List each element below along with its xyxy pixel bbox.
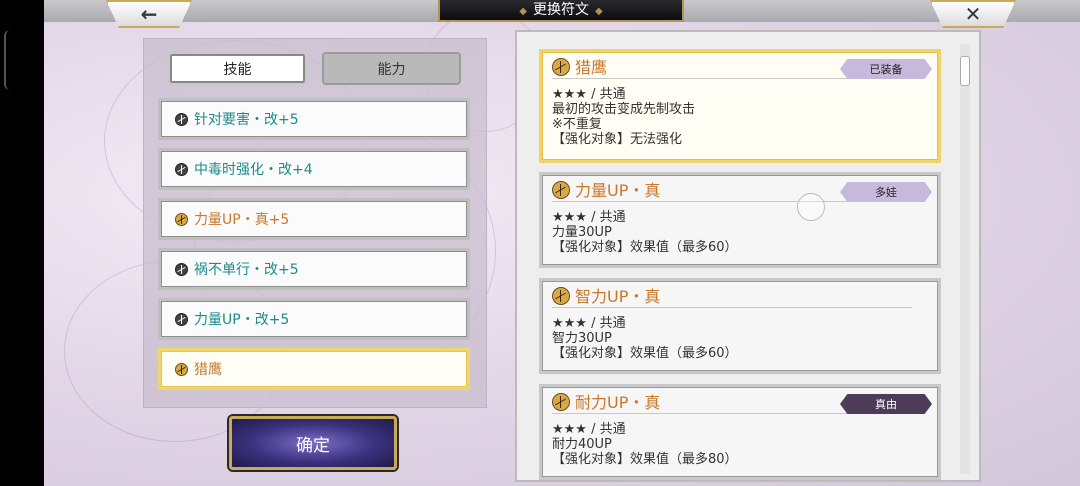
skill-item-0[interactable]: 针对要害・改+5 (158, 98, 470, 140)
skill-item-label: 祸不单行・改+5 (194, 262, 299, 278)
skill-item-2[interactable]: 力量UP・真+5 (158, 198, 470, 240)
rune-gold-icon (552, 287, 570, 305)
rune-enhance-target: 【强化对象】效果值（最多60） (552, 240, 738, 255)
rune-rarity: ★★★ / 共通 (552, 422, 626, 437)
tab-skills[interactable]: 技能 (168, 52, 307, 85)
rune-dark-icon (175, 312, 188, 326)
page-title: ◆ 更换符文 ◆ (438, 0, 684, 22)
rune-card-2[interactable]: 智力UP・真 ★★★ / 共通 智力30UP 【强化对象】效果值（最多60） (539, 278, 941, 374)
owner-badge: 多娃 (840, 182, 932, 202)
skill-item-label: 力量UP・真+5 (194, 212, 290, 228)
rune-card-title: 智力UP・真 (552, 287, 912, 308)
rune-effect: 最初的攻击变成先制攻击 (552, 102, 696, 117)
back-button[interactable]: ← (106, 0, 192, 28)
rune-rarity: ★★★ / 共通 (552, 316, 626, 331)
confirm-button[interactable]: 确定 (229, 416, 397, 470)
rune-dark-icon (175, 162, 188, 176)
rune-list-scrollbar[interactable] (960, 44, 970, 474)
rune-effect: 力量30UP (552, 225, 612, 240)
rune-gold-icon (552, 181, 570, 199)
rune-enhance-target: 【强化对象】无法强化 (552, 132, 683, 147)
rune-name: 耐力UP・真 (575, 392, 661, 412)
close-button[interactable]: ✕ (930, 0, 1016, 28)
rune-card-0[interactable]: 猎鹰 已装备 ★★★ / 共通 最初的攻击变成先制攻击 ※不重复 【强化对象】无… (539, 49, 941, 163)
close-icon: ✕ (964, 2, 982, 26)
scroll-thumb[interactable] (960, 56, 970, 86)
rune-rarity: ★★★ / 共通 (552, 210, 626, 225)
rune-enhance-target: 【强化对象】效果值（最多80） (552, 452, 738, 467)
owner-badge: 真由 (840, 394, 932, 414)
tab-abilities[interactable]: 能力 (322, 52, 461, 85)
equipped-badge: 已装备 (840, 59, 932, 79)
rune-gold-icon (552, 58, 570, 76)
rune-effect: 耐力40UP (552, 437, 612, 452)
rune-note: ※不重复 (552, 117, 602, 132)
touch-indicator (797, 193, 825, 221)
skill-item-3[interactable]: 祸不单行・改+5 (158, 248, 470, 290)
rune-gold-icon (175, 362, 188, 376)
page-title-text: 更换符文 (533, 2, 589, 18)
screen-edge-mark (4, 30, 14, 90)
skill-item-5-selected[interactable]: 猎鹰 (158, 348, 470, 390)
rune-rarity: ★★★ / 共通 (552, 87, 626, 102)
skill-item-label: 针对要害・改+5 (194, 112, 299, 128)
rune-effect: 智力30UP (552, 331, 612, 346)
skill-item-label: 猎鹰 (194, 362, 222, 378)
rune-gold-icon (175, 212, 188, 226)
skill-item-1[interactable]: 中毒时强化・改+4 (158, 148, 470, 190)
rune-enhance-target: 【强化对象】效果值（最多60） (552, 346, 738, 361)
rune-dark-icon (175, 262, 188, 276)
rune-dark-icon (175, 112, 188, 126)
skill-item-4[interactable]: 力量UP・改+5 (158, 298, 470, 340)
back-arrow-icon: ← (140, 2, 158, 26)
rune-name: 力量UP・真 (575, 180, 661, 200)
rune-name: 猎鹰 (575, 57, 608, 77)
rune-gold-icon (552, 393, 570, 411)
skill-item-label: 中毒时强化・改+4 (194, 162, 313, 178)
rune-card-1[interactable]: 力量UP・真 多娃 ★★★ / 共通 力量30UP 【强化对象】效果值（最多60… (539, 172, 941, 268)
rune-card-3[interactable]: 耐力UP・真 真由 ★★★ / 共通 耐力40UP 【强化对象】效果值（最多80… (539, 384, 941, 480)
skill-item-label: 力量UP・改+5 (194, 312, 290, 328)
rune-name: 智力UP・真 (575, 286, 661, 306)
